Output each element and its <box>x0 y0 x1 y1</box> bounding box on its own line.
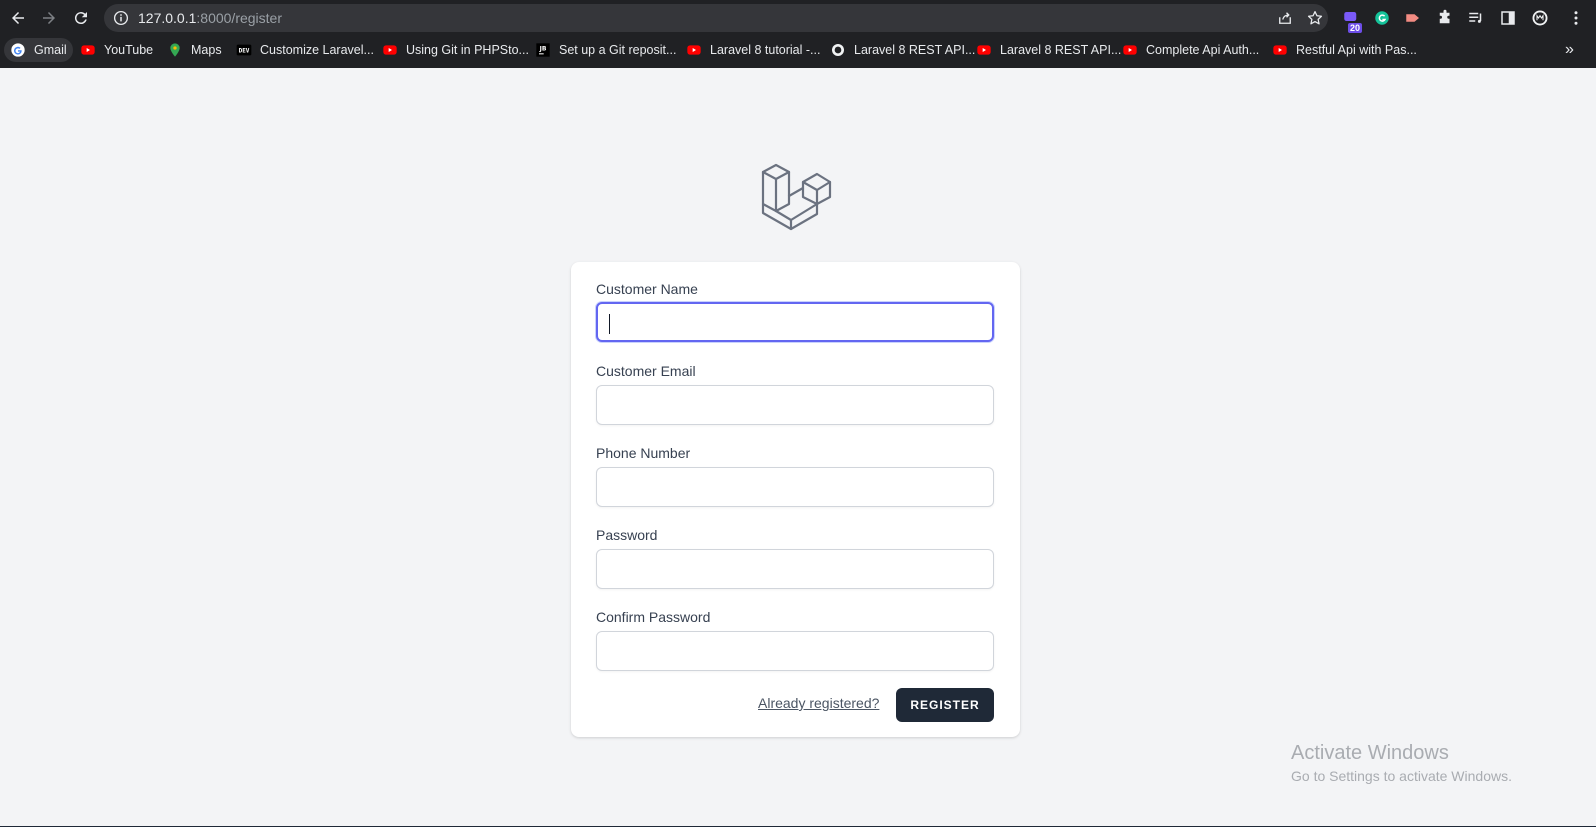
bookmark-label: Laravel 8 REST API... <box>854 43 976 57</box>
youtube-icon <box>80 42 96 58</box>
watermark-title: Activate Windows <box>1291 742 1449 764</box>
forward-button[interactable] <box>37 6 61 30</box>
share-icon[interactable] <box>1276 9 1294 27</box>
youtube-icon <box>686 42 702 58</box>
youtube-icon <box>382 42 398 58</box>
svg-text:DEV: DEV <box>239 48 250 55</box>
bookmark-maps[interactable]: Maps <box>167 38 222 62</box>
bookmark-label: Maps <box>191 43 222 57</box>
text-caret <box>609 314 610 334</box>
avatar-icon <box>1532 10 1548 26</box>
customer-name-label: Customer Name <box>596 281 698 297</box>
bookmark-label: Gmail <box>34 43 67 57</box>
bookmark-laravel-rest-2[interactable]: Laravel 8 REST API... <box>976 38 1121 62</box>
bookmark-restful-api[interactable]: Restful Api with Pas... <box>1272 38 1417 62</box>
recorder-icon <box>1406 14 1419 22</box>
customer-name-input[interactable] <box>596 302 994 342</box>
puzzle-icon <box>1439 9 1450 24</box>
side-panel-button[interactable] <box>1498 8 1518 28</box>
address-bar[interactable]: 127.0.0.1:8000/register <box>104 4 1328 32</box>
bookmark-api-auth[interactable]: Complete Api Auth... <box>1122 38 1259 62</box>
windows-activation-watermark: Activate Windows Go to Settings to activ… <box>1291 742 1512 784</box>
arrow-left-icon <box>12 12 24 24</box>
info-icon[interactable] <box>112 9 130 27</box>
laravel-logo[interactable] <box>760 160 836 236</box>
maps-pin-icon <box>167 42 183 58</box>
bookmark-star-icon[interactable] <box>1306 9 1324 27</box>
register-form-card: Customer Name Customer Email Phone Numbe… <box>571 262 1020 737</box>
side-panel-icon <box>1501 11 1515 25</box>
bookmark-git-phpstorm[interactable]: Using Git in PHPSto... <box>382 38 529 62</box>
site-icon <box>830 42 846 58</box>
jetbrains-icon: JB <box>535 42 551 58</box>
grammarly-button[interactable] <box>1372 8 1392 28</box>
browser-chrome: 127.0.0.1:8000/register 20 Gmail YouTube… <box>0 0 1596 68</box>
extensions-button[interactable] <box>1435 8 1455 28</box>
reading-list-icon <box>1469 12 1482 23</box>
bookmark-git-repo[interactable]: JB Set up a Git reposit... <box>535 38 676 62</box>
youtube-icon <box>1122 42 1138 58</box>
url-text[interactable]: 127.0.0.1:8000/register <box>138 10 282 26</box>
dev-icon: DEV <box>236 42 252 58</box>
bookmark-laravel-rest-1[interactable]: Laravel 8 REST API... <box>830 38 975 62</box>
bookmark-label: Complete Api Auth... <box>1146 43 1260 57</box>
arrow-right-icon <box>43 12 55 24</box>
youtube-icon <box>976 42 992 58</box>
extension-badge: 20 <box>1348 23 1363 33</box>
bookmark-laravel-tutorial[interactable]: Laravel 8 tutorial -... <box>686 38 820 62</box>
bookmark-label: Customize Laravel... <box>260 43 374 57</box>
bookmark-label: Laravel 8 tutorial -... <box>710 43 821 57</box>
screen-recorder-button[interactable] <box>1403 8 1423 28</box>
phone-number-input[interactable] <box>596 467 994 507</box>
bookmark-label: Laravel 8 REST API... <box>1000 43 1122 57</box>
confirm-password-input[interactable] <box>596 631 994 671</box>
more-vertical-icon <box>1574 11 1578 25</box>
bookmark-label: Restful Api with Pas... <box>1296 43 1417 57</box>
profile-button[interactable] <box>1530 8 1550 28</box>
reload-button[interactable] <box>69 6 93 30</box>
bookmarks-bar: Gmail YouTube Maps DEV Customize Laravel… <box>0 38 1596 64</box>
browser-menu-button[interactable] <box>1566 8 1586 28</box>
bookmark-gmail[interactable]: Gmail <box>4 38 73 62</box>
password-label: Password <box>596 527 658 543</box>
reload-icon <box>74 12 87 25</box>
svg-text:JB: JB <box>539 46 547 53</box>
bookmark-youtube[interactable]: YouTube <box>80 38 153 62</box>
bookmark-label: Using Git in PHPSto... <box>406 43 529 57</box>
customer-email-label: Customer Email <box>596 363 696 379</box>
reading-list-button[interactable] <box>1466 8 1486 28</box>
already-registered-link[interactable]: Already registered? <box>758 695 879 711</box>
confirm-password-label: Confirm Password <box>596 609 711 625</box>
google-icon <box>10 42 26 58</box>
url-path: :8000/register <box>196 10 282 26</box>
browser-toolbar: 127.0.0.1:8000/register 20 <box>0 0 1596 36</box>
register-button[interactable]: REGISTER <box>896 688 994 722</box>
youtube-icon <box>1272 42 1288 58</box>
bookmark-label: YouTube <box>104 43 154 57</box>
password-input[interactable] <box>596 549 994 589</box>
bookmark-label: Set up a Git reposit... <box>559 43 677 57</box>
phone-number-label: Phone Number <box>596 445 691 461</box>
customer-email-input[interactable] <box>596 385 994 425</box>
bookmark-dev[interactable]: DEV Customize Laravel... <box>236 38 374 62</box>
url-host: 127.0.0.1 <box>138 10 197 26</box>
more-bookmarks-button[interactable]: » <box>1565 41 1574 59</box>
watermark-subtitle: Go to Settings to activate Windows. <box>1291 768 1512 784</box>
grammarly-icon <box>1375 11 1389 25</box>
back-button[interactable] <box>6 6 30 30</box>
